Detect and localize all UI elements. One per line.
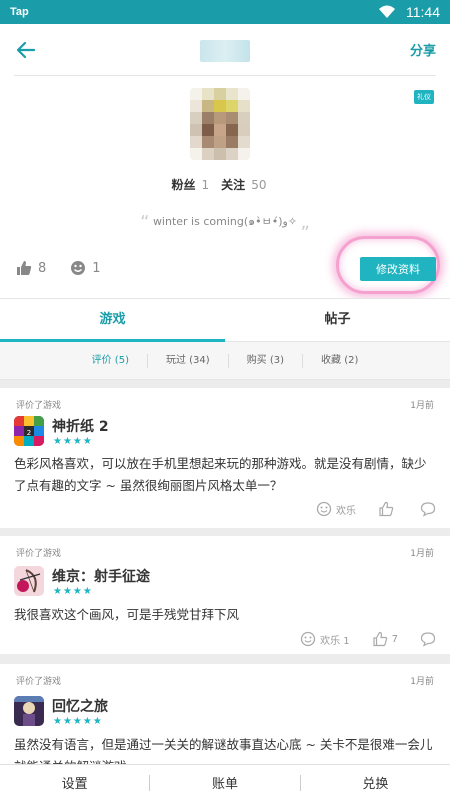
user-badge: 礼仪 — [414, 90, 434, 104]
blurred-username — [200, 40, 250, 62]
like-button[interactable] — [378, 501, 398, 517]
review-time: 1月前 — [410, 677, 434, 687]
archer-game-icon[interactable] — [14, 566, 44, 596]
smile-icon — [71, 261, 86, 275]
app-header: 分享 — [0, 24, 450, 76]
wifi-icon — [379, 5, 395, 18]
tab-posts[interactable]: 帖子 — [225, 299, 450, 341]
review-time: 1月前 — [410, 401, 434, 411]
tab-games[interactable]: 游戏 — [0, 299, 225, 342]
quote-close-icon: „ — [300, 212, 310, 233]
review-meta: 评价了游戏 — [16, 677, 62, 687]
review-card[interactable]: 评价了游戏 1月前 维京：射手征途 ★★★★ 我很喜欢这个画风，可是手残党甘拜下… — [0, 536, 450, 654]
review-text: 色彩风格喜欢，可以放在手机里想起来玩的那种游戏。就是没有剧情，缺少了点有趣的文字… — [14, 456, 427, 493]
review-text: 我很喜欢这个画风，可是手残党甘拜下风 — [14, 607, 240, 622]
review-meta: 评价了游戏 — [16, 549, 62, 559]
follow-count: 50 — [251, 178, 267, 192]
smile-outline-icon — [300, 631, 316, 647]
smiles-count: 1 — [92, 260, 101, 276]
happy-label: 欢乐 — [336, 505, 356, 517]
memory-game-icon[interactable] — [14, 696, 44, 726]
origami-game-icon[interactable]: 2 — [14, 416, 44, 446]
review-card[interactable]: 评价了游戏 1月前 2 神折纸 2 ★★★★ 色彩风格喜欢，可以放在手机里想起来… — [0, 388, 450, 528]
comment-icon — [420, 632, 436, 647]
bill-button[interactable]: 账单 — [150, 773, 299, 792]
review-meta: 评价了游戏 — [16, 401, 62, 411]
exchange-button[interactable]: 兑换 — [301, 773, 450, 792]
profile-stats: 8 1 — [16, 260, 101, 276]
follow-label[interactable]: 关注 — [221, 178, 245, 192]
app-root: Tap 11:44 分享 礼仪 粉丝 1 关注 50 “ winter is c… — [0, 0, 450, 800]
happy-button[interactable]: 欢乐 — [316, 501, 356, 517]
pixelated-avatar-image — [190, 88, 250, 160]
happy-label: 欢乐 1 — [320, 635, 350, 647]
like-count: 7 — [391, 633, 398, 645]
game-name[interactable]: 回忆之旅 — [52, 696, 108, 716]
status-right: 11:44 — [378, 4, 440, 20]
bottom-bar: 设置 账单 兑换 — [0, 764, 450, 800]
game-name[interactable]: 维京：射手征途 — [52, 566, 150, 586]
comment-icon — [420, 502, 436, 517]
comment-button[interactable] — [420, 631, 436, 647]
review-time: 1月前 — [410, 549, 434, 559]
avatar[interactable] — [190, 88, 250, 160]
review-card[interactable]: 评价了游戏 1月前 回忆之旅 ★★★★★ 虽然没有语言，但是通过一关关的解谜故事… — [0, 664, 450, 774]
status-bar: Tap 11:44 — [0, 0, 450, 24]
fans-label[interactable]: 粉丝 — [172, 178, 196, 192]
motto-text: winter is coming(๑•̀ㅂ•́)و✧ — [152, 215, 298, 228]
thumbs-up-icon — [17, 261, 32, 275]
follow-counts: 粉丝 1 关注 50 — [0, 176, 450, 193]
game-name[interactable]: 神折纸 2 — [52, 416, 109, 436]
like-button[interactable]: 7 — [372, 631, 398, 647]
quote-open-icon: “ — [140, 212, 150, 233]
subtab-purchased[interactable]: 购买 (3) — [227, 353, 302, 368]
subtab-favorites[interactable]: 收藏 (2) — [302, 353, 376, 368]
likes-count: 8 — [38, 260, 47, 276]
profile-motto: “ winter is coming(๑•̀ㅂ•́)و✧ „ — [0, 212, 450, 233]
thumbs-up-outline-icon — [379, 501, 394, 517]
main-tabs: 游戏 帖子 — [0, 298, 450, 342]
smile-outline-icon — [316, 501, 332, 517]
svg-text:2: 2 — [27, 429, 31, 437]
back-arrow-icon[interactable] — [14, 38, 38, 62]
happy-button[interactable]: 欢乐 1 — [300, 631, 350, 647]
review-actions: 欢乐 1 7 — [300, 631, 436, 647]
comment-button[interactable] — [420, 501, 436, 517]
share-button[interactable]: 分享 — [410, 40, 436, 59]
carrier-label: Tap — [10, 6, 29, 18]
rating-stars: ★★★★★ — [53, 716, 103, 727]
edit-profile-button[interactable]: 修改资料 — [360, 257, 436, 281]
thumbs-up-outline-icon — [373, 631, 387, 647]
review-actions: 欢乐 — [316, 501, 436, 517]
profile-section: 礼仪 粉丝 1 关注 50 “ winter is coming(๑•̀ㅂ•́)… — [0, 76, 450, 298]
settings-button[interactable]: 设置 — [0, 773, 149, 792]
fans-count: 1 — [201, 178, 210, 192]
rating-stars: ★★★★ — [53, 436, 93, 447]
sub-tabs: 评价 (5) 玩过 (34) 购买 (3) 收藏 (2) — [0, 342, 450, 380]
rating-stars: ★★★★ — [53, 586, 93, 597]
clock: 11:44 — [406, 4, 440, 20]
subtab-reviews[interactable]: 评价 (5) — [74, 354, 147, 368]
subtab-played[interactable]: 玩过 (34) — [146, 353, 228, 368]
